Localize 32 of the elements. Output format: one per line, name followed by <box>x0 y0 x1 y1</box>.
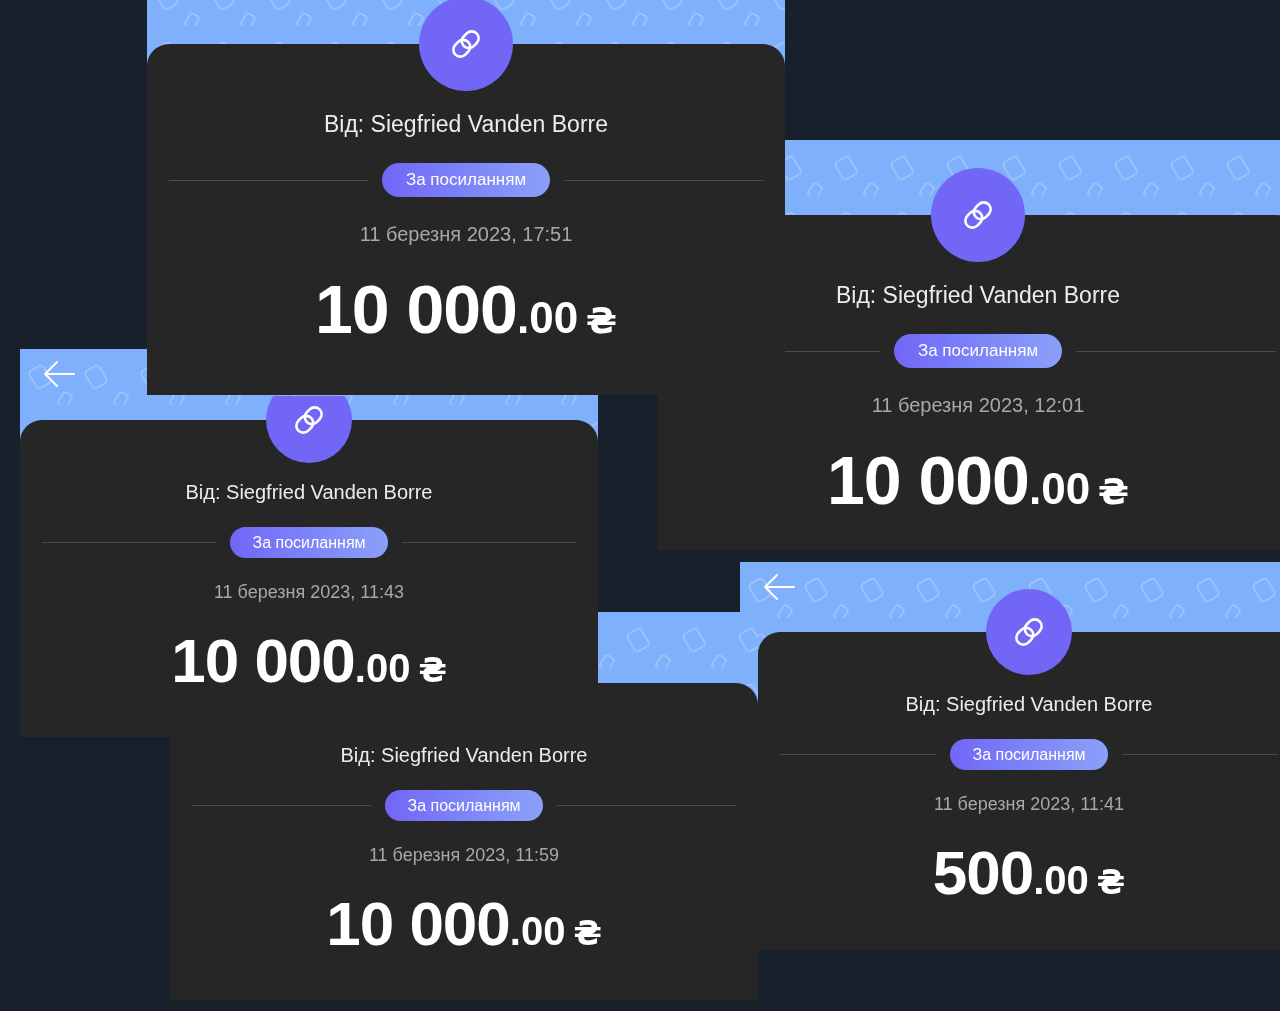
transfer-type-tag: За посиланням <box>893 334 1063 368</box>
currency-sign: ₴ <box>573 913 602 955</box>
currency-sign: ₴ <box>586 299 618 343</box>
transaction-date: 11 березня 2023, 11:59 <box>368 844 560 867</box>
amount-value: 10 000 <box>326 891 510 957</box>
back-arrow-icon[interactable] <box>42 359 76 389</box>
sender-name: Від: Siegfried Vanden Borre <box>340 743 588 768</box>
currency-sign: ₴ <box>1098 470 1130 514</box>
transfer-type-tag: За посиланням <box>230 527 388 558</box>
amount-decimals: .00 <box>1028 463 1091 515</box>
amount-decimals: .00 <box>354 645 411 692</box>
transaction-date: 11 березня 2023, 11:43 <box>213 581 405 604</box>
sender-name: Від: Siegfried Vanden Borre <box>905 692 1153 717</box>
transfer-type-tag: За посиланням <box>381 163 551 197</box>
sender-name: Від: Siegfried Vanden Borre <box>835 281 1120 309</box>
amount-value: 10 000 <box>171 628 355 694</box>
currency-sign: ₴ <box>1096 862 1126 904</box>
transaction-date: 11 березня 2023, 11:41 <box>933 793 1125 816</box>
sender-name: Від: Siegfried Vanden Borre <box>185 480 433 505</box>
currency-sign: ₴ <box>418 650 447 692</box>
sender-name: Від: Siegfried Vanden Borre <box>323 110 608 138</box>
transaction-date: 11 березня 2023, 12:01 <box>871 393 1085 418</box>
amount-decimals: .00 <box>1033 857 1089 904</box>
back-arrow-icon[interactable] <box>762 572 796 602</box>
transaction-date: 11 березня 2023, 17:51 <box>359 222 573 247</box>
amount-decimals: .00 <box>509 908 566 955</box>
amount-value: 10 000 <box>826 444 1029 516</box>
transfer-type-tag: За посиланням <box>950 739 1108 770</box>
transfer-type-tag: За посиланням <box>385 790 543 821</box>
amount-value: 500 <box>932 840 1034 906</box>
amount-decimals: .00 <box>516 292 579 344</box>
amount-value: 10 000 <box>314 273 517 345</box>
